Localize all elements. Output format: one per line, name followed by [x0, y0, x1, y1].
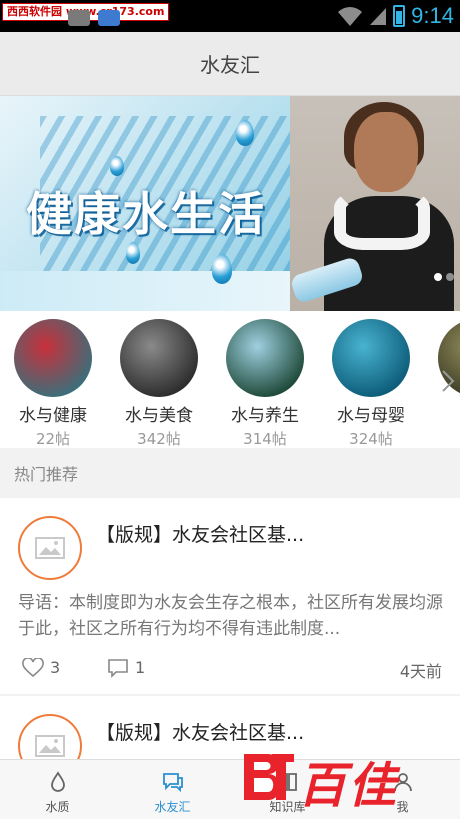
- watermark-logo-text: 百佳: [298, 758, 399, 814]
- watermark-logo: 百佳: [238, 744, 444, 814]
- category-thumbnail: [14, 319, 92, 397]
- post-time: 4天前: [399, 662, 442, 681]
- category-name: 水与美食: [125, 406, 193, 426]
- comment-count: 1: [135, 658, 146, 677]
- post-excerpt: 导语：本制度即为水友会生存之根本，社区所有发展均源于此，社区之所有行为均不得有违…: [18, 593, 443, 639]
- clock: 9:14: [411, 3, 454, 28]
- app-notification-icon: [98, 10, 120, 26]
- water-drop-decoration: [126, 242, 140, 264]
- nav-tab-community[interactable]: 水友汇: [115, 760, 230, 819]
- photo-face: [354, 112, 418, 192]
- chevron-right-icon[interactable]: [440, 369, 456, 393]
- banner-band: [0, 271, 300, 311]
- title-bar: 水友汇: [0, 32, 460, 96]
- category-post-count: 314帖: [243, 430, 287, 448]
- section-header: 热门推荐: [0, 448, 460, 498]
- signal-icon: [370, 8, 387, 25]
- logo-badge-icon: [244, 754, 294, 800]
- section-title: 热门推荐: [14, 465, 79, 484]
- category-thumbnail: [332, 319, 410, 397]
- status-indicators: 9:14: [337, 3, 454, 29]
- category-post-count: 22帖: [35, 430, 71, 448]
- category-item[interactable]: 水与养生 314帖: [217, 319, 313, 448]
- like-count: 3: [50, 658, 61, 677]
- nav-tab-water-quality[interactable]: 水质: [0, 760, 115, 819]
- category-thumbnail: [120, 319, 198, 397]
- category-post-count: 342帖: [137, 430, 181, 448]
- heart-icon[interactable]: [22, 658, 44, 678]
- banner-carousel[interactable]: 健康水生活: [0, 96, 460, 311]
- category-name: 水与健康: [19, 406, 87, 426]
- category-name: 水: [429, 401, 460, 426]
- water-drop-decoration: [110, 156, 124, 176]
- post-card[interactable]: 【版规】水友会社区基... 导语：本制度即为水友会生存之根本，社区所有发展均源于…: [0, 498, 460, 694]
- category-item[interactable]: 水与美食 342帖: [111, 319, 207, 448]
- avatar[interactable]: [18, 714, 82, 759]
- carousel-dot[interactable]: [446, 273, 454, 281]
- water-drop-decoration: [212, 254, 232, 284]
- category-thumbnail: [226, 319, 304, 397]
- status-bar: 西西软件园 www.cr173.com 9:14: [0, 0, 460, 32]
- category-name: 水与母婴: [337, 406, 405, 426]
- nav-label: 水质: [45, 800, 70, 814]
- image-placeholder-icon: [35, 735, 65, 757]
- notification-icon: [68, 10, 90, 26]
- image-placeholder-icon: [35, 537, 65, 559]
- carousel-dot-active[interactable]: [434, 273, 442, 281]
- photo-towel: [334, 190, 430, 250]
- post-title: 【版规】水友会社区基...: [96, 722, 305, 744]
- category-item[interactable]: 水与健康 22帖: [5, 319, 101, 448]
- comment-icon[interactable]: [107, 658, 129, 678]
- post-actions: 3 1 4天前: [0, 656, 460, 686]
- category-item[interactable]: 水与母婴 324帖: [323, 319, 419, 448]
- category-strip: 水与健康 22帖 水与美食 342帖 水与养生 314帖 水与母婴 324帖 水: [0, 311, 460, 448]
- water-drop-icon: [50, 771, 65, 792]
- avatar[interactable]: [18, 516, 82, 580]
- wifi-icon: [338, 7, 363, 26]
- category-post-count: 324帖: [349, 430, 393, 448]
- page-title: 水友汇: [200, 53, 260, 77]
- category-name: 水与养生: [231, 406, 299, 426]
- water-drop-decoration: [236, 120, 254, 146]
- battery-icon: [393, 5, 406, 27]
- nav-label: 水友汇: [154, 800, 191, 814]
- chat-bubbles-icon: [162, 773, 183, 793]
- notification-icons: [68, 10, 120, 26]
- post-title: 【版规】水友会社区基...: [96, 524, 305, 546]
- banner-headline: 健康水生活: [26, 187, 266, 241]
